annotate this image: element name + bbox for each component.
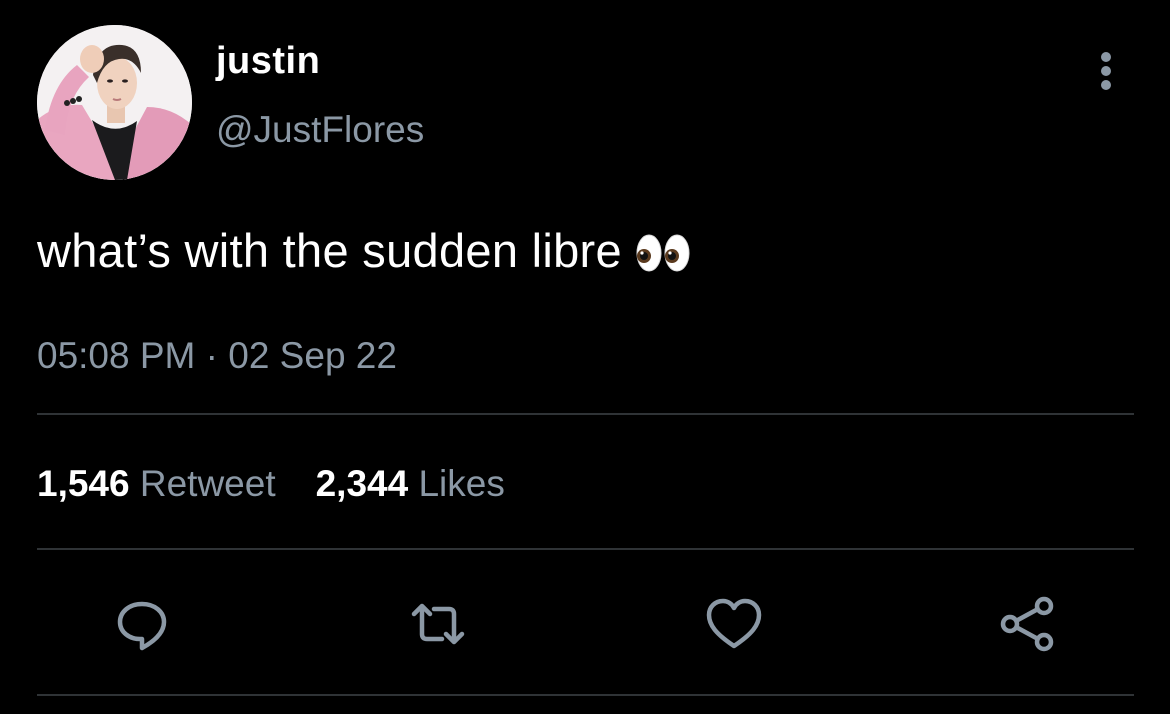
share-button[interactable] xyxy=(998,594,1058,654)
engagement-stats: 1,546 Retweet 2,344 Likes xyxy=(37,462,505,506)
retweet-icon xyxy=(411,603,465,645)
tweet-timestamp[interactable]: 05:08 PM · 02 Sep 22 xyxy=(37,334,397,378)
retweet-label: Retweet xyxy=(139,463,276,504)
avatar[interactable] xyxy=(37,25,192,180)
more-vertical-icon xyxy=(1101,52,1111,62)
profile-photo xyxy=(37,25,192,180)
likes-label: Likes xyxy=(418,463,505,504)
heart-icon xyxy=(706,598,762,649)
divider xyxy=(37,694,1134,696)
tweet-text-content: what’s with the sudden libre xyxy=(37,224,622,277)
eyes-emoji-icon xyxy=(636,228,690,286)
username-handle[interactable]: @JustFlores xyxy=(216,108,424,152)
share-icon xyxy=(1000,596,1054,652)
retweet-count: 1,546 xyxy=(37,463,130,504)
likes-stat[interactable]: 2,344 Likes xyxy=(316,463,505,504)
divider xyxy=(37,548,1134,550)
like-button[interactable] xyxy=(704,594,764,654)
more-options-button[interactable] xyxy=(1094,52,1118,100)
tweet-text: what’s with the sudden libre xyxy=(37,222,690,286)
reply-button[interactable] xyxy=(112,594,172,654)
reply-icon xyxy=(117,601,167,651)
divider xyxy=(37,413,1134,415)
retweets-stat[interactable]: 1,546 Retweet xyxy=(37,463,276,504)
display-name[interactable]: justin xyxy=(216,38,320,84)
like-count: 2,344 xyxy=(315,463,409,504)
retweet-button[interactable] xyxy=(408,594,468,654)
tweet-card: justin @JustFlores what’s with the sudde… xyxy=(0,0,1170,714)
